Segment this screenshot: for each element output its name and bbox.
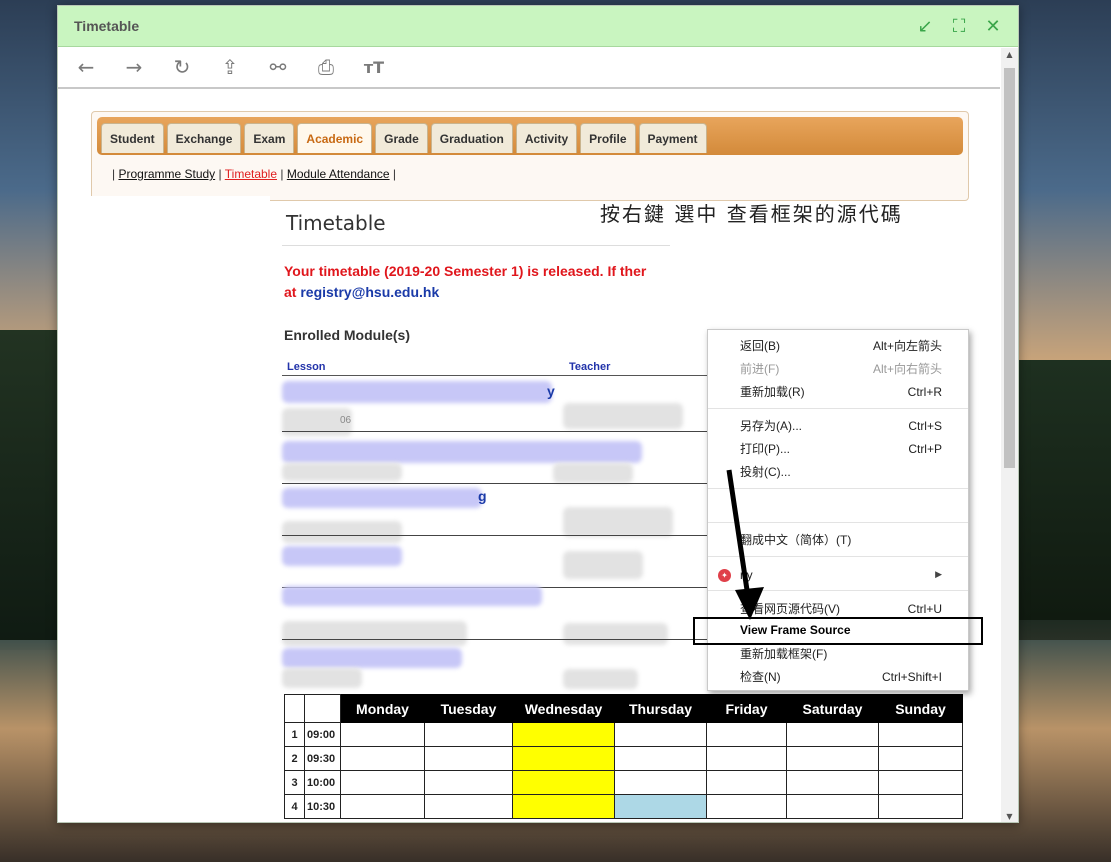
pointer-arrow xyxy=(726,469,764,620)
